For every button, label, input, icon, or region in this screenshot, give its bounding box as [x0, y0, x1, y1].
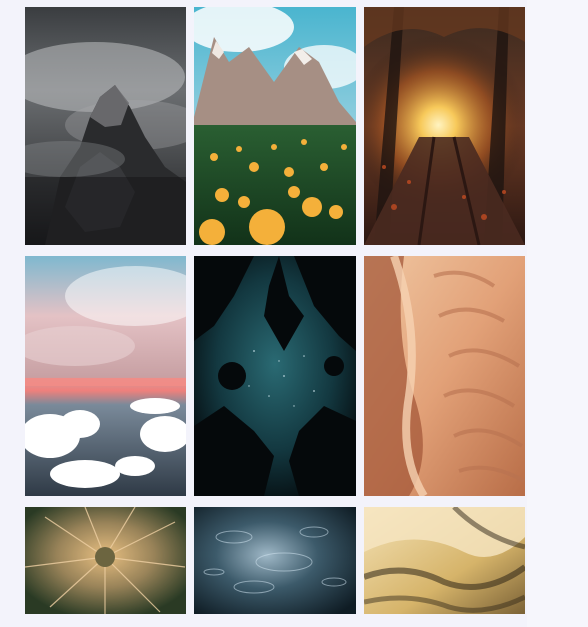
- gallery-image-night-forest[interactable]: night-forest-sky: [194, 256, 356, 496]
- sand-ripples-illustration: [364, 256, 525, 496]
- gallery-image-flower-meadow[interactable]: alpine-flower-meadow: [194, 7, 356, 245]
- autumn-path-illustration: [364, 7, 525, 245]
- gallery-image-rain-water[interactable]: rain-ripples-water: [194, 507, 356, 614]
- gallery-image-above-clouds[interactable]: sky-above-clouds: [25, 256, 186, 496]
- image-gallery: mountain-peak-clouds alpine-flower-meado…: [0, 0, 588, 627]
- dandelion-illustration: [25, 507, 186, 614]
- flower-meadow-illustration: [194, 7, 356, 245]
- gallery-image-sand-ripples[interactable]: desert-sand-ripples: [364, 256, 525, 496]
- rain-water-illustration: [194, 507, 356, 614]
- above-clouds-illustration: [25, 256, 186, 496]
- night-forest-illustration: [194, 256, 356, 496]
- sand-dunes-illustration: [364, 507, 525, 614]
- mountain-peak-illustration: [25, 7, 186, 245]
- page-margin: [527, 0, 588, 627]
- gallery-image-sand-dunes[interactable]: golden-sand-dunes: [364, 507, 525, 614]
- gallery-image-dandelion[interactable]: dandelion-seed-head: [25, 507, 186, 614]
- gallery-image-autumn-path[interactable]: autumn-forest-path: [364, 7, 525, 245]
- gallery-image-mountain-peak[interactable]: mountain-peak-clouds: [25, 7, 186, 245]
